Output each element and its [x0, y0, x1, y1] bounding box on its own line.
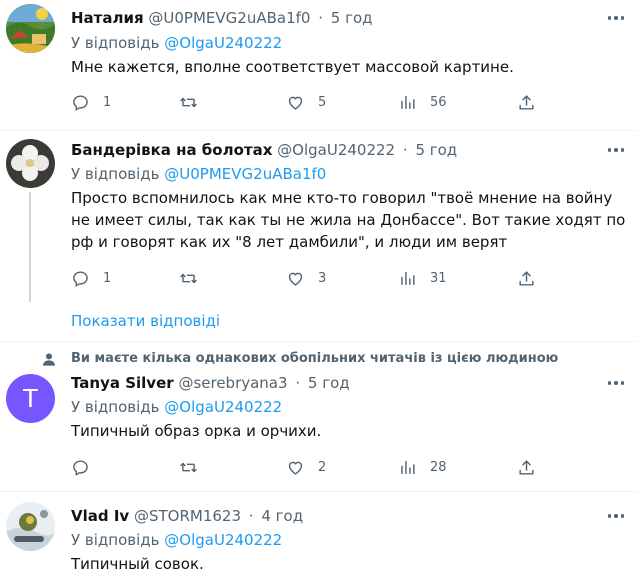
reply-handle-link[interactable]: @U0PMEVG2uABa1f0	[164, 165, 326, 183]
user-avatar[interactable]	[6, 139, 55, 188]
heart-icon	[288, 272, 303, 286]
tweet[interactable]: T Tanya Silver @serebryana3 · 5 год У ві…	[0, 368, 637, 490]
timestamp[interactable]: 4 год	[261, 507, 303, 525]
reply-button[interactable]: 1	[71, 267, 111, 289]
avatar-letter: T	[22, 383, 39, 413]
retweet-button[interactable]	[179, 91, 211, 113]
tweet-header: Tanya Silver @serebryana3 · 5 год	[71, 373, 350, 393]
reply-context: У відповідь @OlgaU240222	[71, 33, 282, 53]
reply-handle-link[interactable]: @OlgaU240222	[164, 531, 282, 549]
share-icon	[519, 270, 534, 286]
person-icon	[43, 353, 55, 366]
timestamp[interactable]: 5 год	[415, 141, 457, 159]
reply-prefix: У відповідь	[71, 165, 160, 183]
reply-icon	[73, 270, 88, 287]
analytics-icon	[401, 460, 415, 474]
user-handle[interactable]: @U0PMEVG2uABa1f0	[148, 9, 310, 27]
reply-context: У відповідь @OlgaU240222	[71, 530, 282, 550]
reply-button[interactable]: 1	[71, 91, 111, 113]
display-name[interactable]: Бандерівка на болотах	[71, 141, 272, 159]
tweet-text: Типичный образ орка и орчихи.	[71, 422, 322, 440]
reply-count: 1	[103, 94, 112, 110]
like-count: 5	[318, 94, 327, 110]
tweet[interactable]: Бандерівка на болотах @OlgaU240222 · 5 г…	[0, 131, 637, 341]
more-options-icon[interactable]	[605, 140, 627, 160]
reply-count: 1	[103, 270, 112, 286]
tweet-text: Типичный совок.	[71, 555, 204, 573]
reply-handle-link[interactable]: @OlgaU240222	[164, 34, 282, 52]
reply-prefix: У відповідь	[71, 34, 160, 52]
reply-context: У відповідь @U0PMEVG2uABa1f0	[71, 164, 326, 184]
more-options-icon[interactable]	[605, 506, 627, 526]
like-count: 3	[318, 270, 327, 286]
heart-icon	[288, 461, 303, 475]
tweet[interactable]: Vlad Iv @STORM1623 · 4 год У відповідь @…	[0, 492, 637, 583]
reply-icon	[73, 459, 88, 476]
timestamp[interactable]: 5 год	[308, 374, 350, 392]
share-button[interactable]	[517, 91, 536, 113]
retweet-icon	[180, 97, 197, 107]
retweet-icon	[180, 462, 197, 472]
tweet-header: Бандерівка на болотах @OlgaU240222 · 5 г…	[71, 140, 457, 160]
retweet-icon	[180, 273, 197, 283]
analytics-icon	[401, 271, 415, 285]
separator: ·	[318, 9, 324, 27]
action-bar: 1 3 31	[71, 267, 591, 289]
timestamp[interactable]: 5 год	[331, 9, 373, 27]
reply-context: У відповідь @OlgaU240222	[71, 397, 282, 417]
tweet-text: Просто вспомнилось как мне кто-то говори…	[71, 189, 626, 251]
action-bar: 2 28	[71, 456, 591, 478]
tweet-text: Мне кажется, вполне соответствует массов…	[71, 58, 514, 76]
show-replies-link[interactable]: Показати відповіді	[71, 311, 220, 331]
social-context-text: Ви маєте кілька однакових обопільних чит…	[71, 351, 559, 366]
views-count: 56	[430, 94, 447, 110]
views-button[interactable]: 56	[398, 91, 447, 113]
thread-line	[29, 192, 31, 302]
share-icon	[519, 459, 534, 475]
reply-icon	[73, 94, 88, 111]
separator: ·	[248, 507, 254, 525]
reply-button[interactable]	[71, 456, 103, 478]
user-avatar[interactable]	[6, 502, 55, 551]
user-handle[interactable]: @serebryana3	[178, 374, 287, 392]
user-avatar[interactable]	[6, 4, 55, 53]
tweet-header: Vlad Iv @STORM1623 · 4 год	[71, 506, 303, 526]
reply-handle-link[interactable]: @OlgaU240222	[164, 398, 282, 416]
tweet-header: Наталия @U0PMEVG2uABa1f0 · 5 год	[71, 8, 373, 28]
retweet-button[interactable]	[179, 267, 211, 289]
display-name[interactable]: Tanya Silver	[71, 374, 174, 392]
more-options-icon[interactable]	[605, 373, 627, 393]
analytics-icon	[401, 95, 415, 109]
display-name[interactable]: Наталия	[71, 9, 144, 27]
winter-photo-icon	[6, 502, 55, 551]
share-button[interactable]	[517, 456, 536, 478]
heart-icon	[288, 96, 303, 110]
separator: ·	[295, 374, 301, 392]
share-icon	[519, 94, 534, 110]
user-avatar[interactable]: T	[6, 374, 55, 423]
reply-prefix: У відповідь	[71, 531, 160, 549]
user-handle[interactable]: @OlgaU240222	[277, 141, 395, 159]
views-button[interactable]: 31	[398, 267, 447, 289]
separator: ·	[402, 141, 408, 159]
painted-landscape-icon	[6, 4, 55, 53]
share-button[interactable]	[517, 267, 536, 289]
like-count: 2	[318, 459, 327, 475]
like-button[interactable]: 3	[286, 267, 326, 289]
user-handle[interactable]: @STORM1623	[134, 507, 241, 525]
reply-prefix: У відповідь	[71, 398, 160, 416]
tweet[interactable]: Наталия @U0PMEVG2uABa1f0 · 5 год У відпо…	[0, 0, 637, 130]
like-button[interactable]: 2	[286, 456, 326, 478]
views-count: 28	[430, 459, 447, 475]
white-flower-icon	[6, 139, 55, 188]
action-bar: 1 5 56	[71, 91, 591, 113]
retweet-button[interactable]	[179, 456, 211, 478]
views-count: 31	[430, 270, 447, 286]
like-button[interactable]: 5	[286, 91, 326, 113]
views-button[interactable]: 28	[398, 456, 447, 478]
divider	[0, 341, 637, 342]
display-name[interactable]: Vlad Iv	[71, 507, 129, 525]
more-options-icon[interactable]	[605, 8, 627, 28]
